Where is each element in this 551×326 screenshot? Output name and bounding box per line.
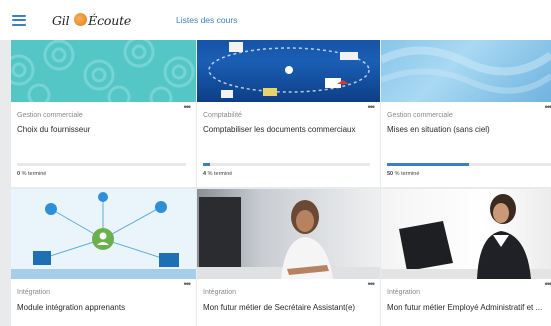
- course-thumbnail[interactable]: [197, 189, 380, 279]
- woman-on-phone-photo: [381, 194, 551, 279]
- progress-text: 50 % terminé: [387, 171, 420, 177]
- course-card[interactable]: ••• Intégration Mon futur métier de Secr…: [197, 189, 380, 326]
- course-title[interactable]: Choix du fournisseur: [17, 124, 188, 136]
- progress-bar: [203, 163, 370, 166]
- more-options-icon[interactable]: •••: [368, 280, 376, 289]
- more-options-icon[interactable]: •••: [545, 103, 551, 112]
- more-options-icon[interactable]: •••: [545, 280, 551, 289]
- progress-text: 4 % terminé: [203, 171, 233, 177]
- course-title[interactable]: Mises en situation (sans ciel): [387, 124, 543, 136]
- network-illustration: [11, 192, 196, 279]
- nav-link-course-list[interactable]: Listes des cours: [176, 15, 237, 25]
- course-category: Intégration: [17, 289, 51, 296]
- course-card[interactable]: ••• Intégration Mon futur métier Employé…: [381, 189, 551, 326]
- more-options-icon[interactable]: •••: [368, 103, 376, 112]
- course-title[interactable]: Comptabiliser les documents commerciaux: [203, 124, 372, 136]
- course-list-page: ••• Gestion commerciale Choix du fournis…: [0, 0, 551, 326]
- course-category: Intégration: [203, 289, 237, 296]
- course-category: Intégration: [387, 289, 421, 296]
- course-card[interactable]: ••• Intégration Module intégration appre…: [11, 189, 196, 326]
- course-title[interactable]: Mon futur métier de Secrétaire Assistant…: [203, 302, 372, 314]
- ear-logo-icon: [74, 12, 88, 26]
- course-grid: ••• Gestion commerciale Choix du fournis…: [0, 0, 551, 326]
- course-category: Gestion commerciale: [17, 112, 83, 119]
- progress-text: 0 % terminé: [17, 171, 47, 177]
- course-title[interactable]: Module intégration apprenants: [17, 302, 188, 314]
- course-thumbnail[interactable]: [381, 189, 551, 279]
- course-category: Comptabilité: [203, 112, 242, 119]
- more-options-icon[interactable]: •••: [184, 103, 192, 112]
- progress-bar: [17, 163, 186, 166]
- course-thumbnail[interactable]: [11, 189, 196, 279]
- more-options-icon[interactable]: •••: [184, 280, 192, 289]
- course-title[interactable]: Mon futur métier Employé Administratif e…: [387, 302, 543, 314]
- progress-bar: [387, 163, 551, 166]
- top-navbar: Gil Écoute Listes des cours: [0, 0, 551, 40]
- woman-writing-photo: [197, 197, 380, 279]
- gil-ecoute-logo[interactable]: Gil Écoute: [52, 5, 134, 35]
- course-category: Gestion commerciale: [387, 112, 453, 119]
- hamburger-menu-icon[interactable]: [12, 14, 26, 26]
